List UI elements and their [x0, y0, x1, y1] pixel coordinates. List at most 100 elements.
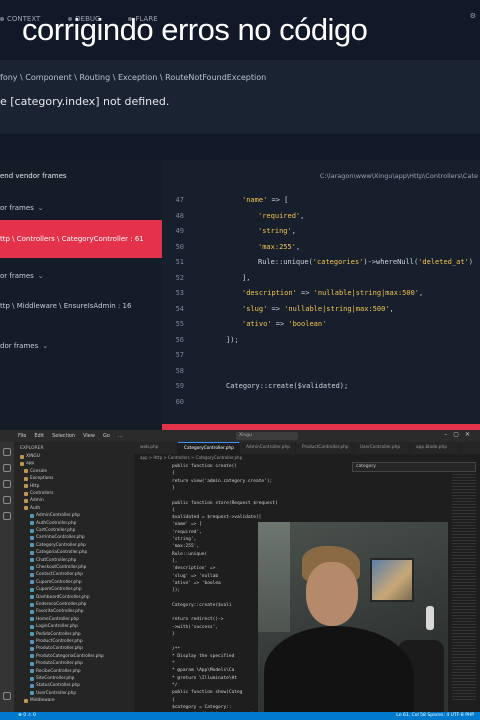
menu-item[interactable]: Go	[103, 433, 110, 439]
tree-file[interactable]: CartController.php	[30, 528, 75, 533]
menu-item[interactable]: Edit	[34, 433, 44, 439]
php-file-icon	[30, 528, 34, 533]
tree-file[interactable]: ProdutoController.php	[30, 661, 83, 666]
php-file-icon	[30, 683, 34, 688]
tree-file[interactable]: CupomController.php	[30, 587, 82, 592]
menu-item[interactable]: File	[18, 433, 26, 439]
tree-label: Console	[30, 468, 48, 474]
editor-line: 'required',	[172, 529, 202, 535]
tree-folder[interactable]: Auth	[24, 506, 40, 511]
tree-folder[interactable]: Middleware	[24, 698, 55, 703]
editor-line: Rule::unique(	[172, 551, 208, 557]
tree-file[interactable]: FavoritoController.php	[30, 609, 83, 614]
tree-file[interactable]: UserController.php	[30, 691, 76, 696]
folder-icon	[24, 491, 28, 496]
search-icon[interactable]	[3, 464, 11, 472]
tree-file[interactable]: LoginController.php	[30, 624, 78, 629]
editor-tab[interactable]: ProductController.php	[296, 442, 354, 454]
editor-tab[interactable]: AdminController.php	[240, 442, 296, 454]
minimap[interactable]	[452, 472, 476, 702]
source-control-icon[interactable]	[3, 480, 11, 488]
tree-file[interactable]: ProdutoController.php	[30, 646, 83, 651]
frame-label: or frames	[0, 204, 34, 212]
files-icon[interactable]	[3, 448, 11, 456]
frame-vendor-group[interactable]: dor frames ⌄	[0, 338, 162, 354]
chevron-down-icon: ⌄	[37, 272, 44, 280]
problems-status[interactable]: ⊗ 0 ⚠ 0	[18, 713, 36, 718]
tree-file[interactable]: CheckoutController.php	[30, 565, 86, 570]
tree-file[interactable]: PedidoController.php	[30, 632, 81, 637]
account-icon[interactable]	[3, 692, 11, 700]
tree-file[interactable]: ProductController.php	[30, 639, 83, 644]
settings-icon[interactable]: ⚙	[470, 12, 476, 20]
frame-middleware[interactable]: ttp \ Middleware \ EnsureIsAdmin : 16	[0, 298, 162, 314]
editor-tab[interactable]: app.blade.php	[410, 442, 460, 454]
editor-line: *	[172, 661, 175, 667]
editor-line: }	[172, 485, 175, 491]
extensions-icon[interactable]	[3, 512, 11, 520]
editor-tab[interactable]: UserController.php	[354, 442, 410, 454]
tree-folder[interactable]: XINGU	[20, 454, 40, 459]
menu-item[interactable]: View	[83, 433, 95, 439]
code-line: Rule::unique('categories')->whereNull('d…	[258, 258, 473, 266]
editor-line: 'ativo' => 'boolea	[172, 580, 221, 586]
frame-label: or frames	[0, 272, 34, 280]
frame-active[interactable]: ttp \ Controllers \ CategoryController :…	[0, 220, 162, 258]
editor-tab[interactable]: web.php	[134, 442, 178, 454]
editor-line: ->with('success',	[172, 624, 219, 630]
command-search[interactable]: Xingu	[236, 432, 298, 440]
file-path[interactable]: C:\laragon\www\Xingu\app\Http\Controller…	[320, 172, 478, 180]
tree-label: ChatController.php	[36, 557, 77, 563]
tree-file[interactable]: StatusController.php	[30, 683, 80, 688]
folder-icon	[24, 498, 28, 503]
tree-folder[interactable]: Admin	[24, 498, 44, 503]
code-line: 'required',	[258, 211, 305, 220]
explorer-panel: EXPLORER XINGU app Console Exceptions Http Co…	[14, 442, 134, 712]
editor-line: ],	[172, 558, 178, 564]
tree-folder[interactable]: Exceptions	[24, 476, 53, 481]
tree-file[interactable]: ProdutoCategoriaController.php	[30, 654, 104, 659]
frame-vendor-group[interactable]: or frames ⌄	[0, 268, 162, 284]
tree-file[interactable]: HomeController.php	[30, 617, 79, 622]
tree-label: ProdutoController.php	[36, 646, 83, 652]
php-file-icon	[30, 646, 34, 651]
tree-file[interactable]: AuthController.php	[30, 521, 76, 526]
menu-item[interactable]: Selection	[52, 433, 75, 439]
tree-file[interactable]: AdminController.php	[30, 513, 80, 518]
editor-tab[interactable]: CategoryController.php	[178, 442, 240, 454]
tree-folder[interactable]: Http	[24, 484, 39, 489]
editor-tabs: web.php CategoryController.php AdminContro…	[134, 442, 480, 454]
debug-icon[interactable]	[3, 496, 11, 504]
tree-file[interactable]: ContactController.php	[30, 572, 83, 577]
tree-file[interactable]: CategoriaController.php	[30, 550, 87, 555]
frame-vendor-group[interactable]: or frames ⌄	[0, 200, 162, 216]
tree-file[interactable]: DashboardController.php	[30, 595, 90, 600]
cursor-status[interactable]: Ln 61, Col 58 Spaces: 4 UTF-8 PHP	[396, 712, 474, 720]
tree-label: XINGU	[26, 454, 40, 459]
window-controls[interactable]: –▢✕	[444, 431, 476, 438]
tree-file[interactable]: CupomController.php	[30, 580, 82, 585]
tree-label: app	[26, 461, 35, 467]
tree-label: ContactController.php	[36, 572, 84, 578]
tree-file[interactable]: CategoryController.php	[30, 543, 86, 548]
tree-file[interactable]: EnderecoController.php	[30, 602, 86, 607]
webcam-painting	[370, 558, 414, 602]
tree-folder[interactable]: Controllers	[24, 491, 53, 496]
find-widget[interactable]: category	[352, 462, 476, 472]
breadcrumb[interactable]: app > Http > Controllers > CategoryContr…	[140, 455, 242, 460]
tree-file[interactable]: RecibeController.php	[30, 669, 81, 674]
tree-label: ProductController.php	[36, 639, 83, 644]
editor-line: ]);	[172, 588, 181, 594]
tree-file[interactable]: SiteController.php	[30, 676, 75, 681]
editor-line: return view('admin.category.create');	[172, 478, 273, 484]
editor-line: }	[172, 631, 175, 637]
tree-file[interactable]: ChatController.php	[30, 558, 76, 563]
menu-item[interactable]: ...	[118, 433, 123, 439]
tree-file[interactable]: CarrinhoController.php	[30, 535, 85, 540]
tree-label: HomeController.php	[36, 616, 79, 622]
tree-folder[interactable]: Console	[24, 469, 47, 474]
php-file-icon	[30, 661, 34, 666]
tree-label: Middleware	[30, 698, 55, 704]
folder-icon	[20, 454, 24, 459]
tree-folder[interactable]: app	[20, 461, 34, 466]
